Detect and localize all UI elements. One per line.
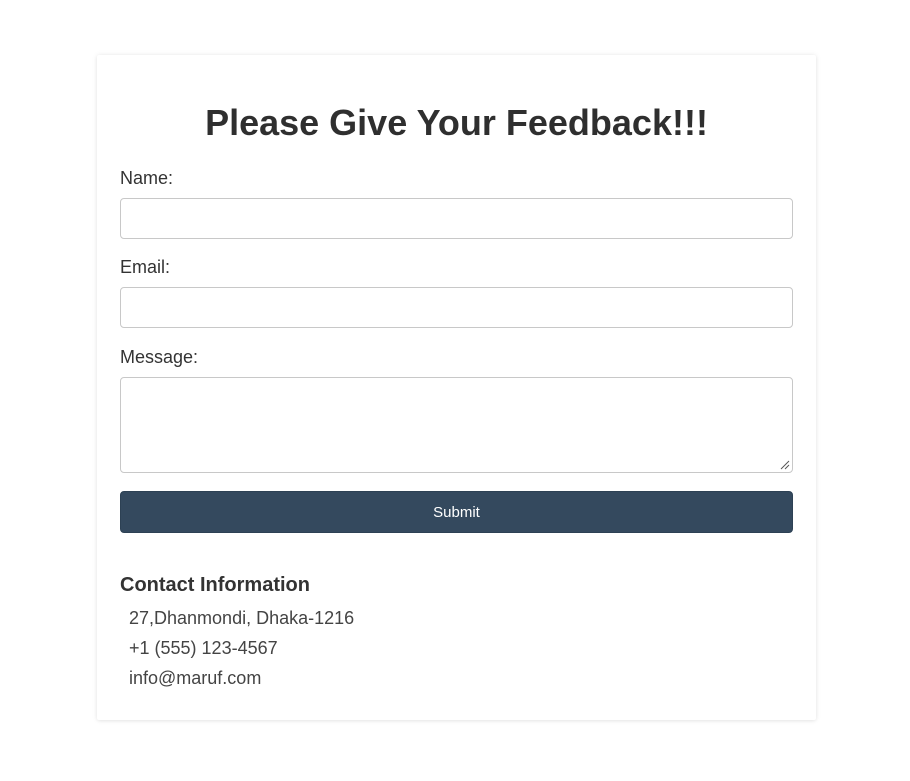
contact-heading: Contact Information — [120, 574, 310, 596]
resize-handle-icon[interactable] — [779, 459, 790, 470]
feedback-card: Please Give Your Feedback!!! Name: Email… — [97, 55, 816, 720]
email-label: Email: — [120, 257, 171, 277]
message-label: Message: — [120, 347, 199, 367]
submit-button[interactable]: Submit — [120, 491, 793, 533]
email-input[interactable] — [120, 287, 793, 328]
contact-phone: +1 (555) 123-4567 — [129, 638, 278, 658]
name-label: Name: — [120, 168, 174, 188]
page-title: Please Give Your Feedback!!! — [205, 102, 708, 143]
contact-email: info@maruf.com — [129, 668, 262, 688]
message-textarea[interactable] — [120, 377, 793, 473]
name-input[interactable] — [120, 198, 793, 239]
contact-address: 27,Dhanmondi, Dhaka-1216 — [129, 608, 355, 628]
